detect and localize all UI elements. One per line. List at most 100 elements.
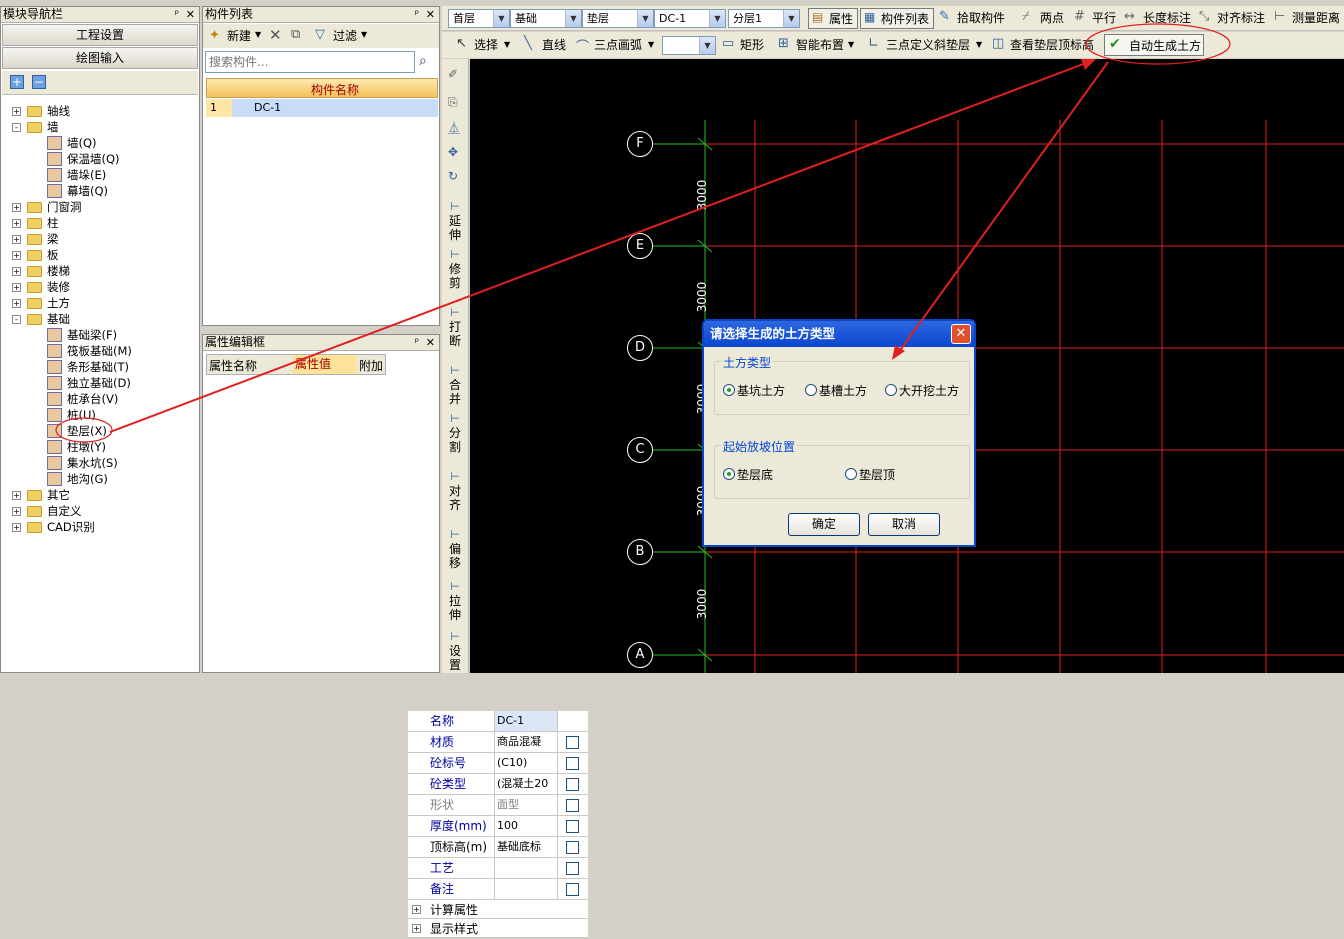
tree-folder-item[interactable]: + 土方 <box>3 295 193 311</box>
search-icon[interactable]: ⌕ <box>419 53 427 69</box>
tree-folder-item[interactable]: + 梁 <box>3 231 193 247</box>
tree-folder-item[interactable]: -墙 <box>3 119 193 135</box>
filter-button[interactable]: 过滤 <box>333 26 357 46</box>
radio-open-cut[interactable] <box>885 384 897 396</box>
property-value[interactable]: 基础底标 <box>494 837 558 857</box>
radio-pit[interactable] <box>723 384 735 396</box>
tree-folder-item[interactable]: + 板 <box>3 247 193 263</box>
category-select[interactable]: 基础 ▼ <box>510 9 582 28</box>
close-icon[interactable]: ✕ <box>951 324 971 344</box>
tree-component-item[interactable]: 集水坑(S) <box>3 455 193 471</box>
tree-component-item[interactable]: 桩(U) <box>3 407 193 423</box>
tree-folder-item[interactable]: + CAD识别 <box>3 519 193 535</box>
tree-folder-item[interactable]: - 基础 <box>3 311 193 327</box>
tree-component-item[interactable]: 墙(Q) <box>3 135 193 151</box>
expand-icon[interactable]: + <box>12 507 21 516</box>
rect-button[interactable]: 矩形 <box>740 35 764 55</box>
extra-checkbox[interactable] <box>566 862 579 875</box>
property-row[interactable]: 砼标号 (C10) <box>408 753 588 774</box>
radio-bottom-label[interactable]: 垫层底 <box>737 466 773 483</box>
tree-component-item[interactable]: 地沟(G) <box>3 471 193 487</box>
align-mark-button[interactable]: 对齐标注 <box>1217 8 1265 28</box>
property-value[interactable]: (混凝土20 <box>494 774 558 794</box>
copy-icon[interactable]: ⧉ <box>291 27 300 42</box>
radio-pit-label[interactable]: 基坑土方 <box>737 382 785 399</box>
component-list-button[interactable]: ▦ 构件列表 <box>860 8 934 29</box>
move-icon[interactable]: ✥ <box>448 145 458 159</box>
new-button[interactable]: 新建 <box>227 26 251 46</box>
extra-checkbox[interactable] <box>566 778 579 791</box>
pin-icon[interactable]: ᵖ <box>175 7 179 22</box>
expand-icon[interactable]: + <box>12 251 21 260</box>
tree-component-item[interactable]: 桩承台(V) <box>3 391 193 407</box>
layer-select[interactable]: 分层1 ▼ <box>728 9 800 28</box>
expand-icon[interactable]: + <box>12 523 21 532</box>
cancel-button[interactable]: 取消 <box>868 513 940 536</box>
radio-open-cut-label[interactable]: 大开挖土方 <box>899 382 959 399</box>
tree-component-item[interactable]: 垫层(X) <box>3 423 193 439</box>
close-icon[interactable]: ✕ <box>426 7 435 22</box>
property-value[interactable]: 100 <box>494 816 558 836</box>
component-select[interactable]: DC-1 ▼ <box>654 9 726 28</box>
dropdown-arrow-icon[interactable]: ▼ <box>255 30 261 39</box>
expand-all-icon[interactable]: + <box>10 75 24 89</box>
measure-distance-button[interactable]: 测量距离 <box>1292 8 1340 28</box>
tree-component-item[interactable]: 独立基础(D) <box>3 375 193 391</box>
expand-icon[interactable]: + <box>12 299 21 308</box>
pin-icon[interactable]: ᵖ <box>415 7 419 22</box>
property-row[interactable]: 材质 商品混凝 <box>408 732 588 753</box>
radio-top-label[interactable]: 垫层顶 <box>859 466 895 483</box>
tree-folder-item[interactable]: + 楼梯 <box>3 263 193 279</box>
pick-component-button[interactable]: 拾取构件 <box>957 8 1005 28</box>
vertical-tool-button[interactable]: ⊢ 设置 <box>444 630 466 672</box>
expand-icon[interactable]: + <box>12 283 21 292</box>
property-group-row[interactable]: + 显示样式 <box>408 919 588 938</box>
radio-trench[interactable] <box>805 384 817 396</box>
rotate-icon[interactable]: ↻ <box>448 169 458 183</box>
select-button[interactable]: 选择 <box>474 35 498 55</box>
tree-component-item[interactable]: 柱墩(Y) <box>3 439 193 455</box>
expand-icon[interactable]: + <box>12 491 21 500</box>
tree-folder-item[interactable]: + 自定义 <box>3 503 193 519</box>
expand-icon[interactable]: + <box>12 235 21 244</box>
length-mark-button[interactable]: 长度标注 <box>1143 8 1191 28</box>
property-value[interactable]: 面型 <box>494 795 558 815</box>
parallel-button[interactable]: 平行 <box>1092 8 1116 28</box>
extra-checkbox[interactable] <box>566 736 579 749</box>
extra-checkbox[interactable] <box>566 841 579 854</box>
close-icon[interactable]: ✕ <box>426 335 435 350</box>
radio-top[interactable] <box>845 468 857 480</box>
collapse-all-icon[interactable]: − <box>32 75 46 89</box>
dropdown-arrow-icon[interactable]: ▼ <box>361 30 367 39</box>
tree-folder-item[interactable]: + 门窗洞 <box>3 199 193 215</box>
property-value[interactable]: 商品混凝 <box>494 732 558 752</box>
property-row[interactable]: 顶标高(m) 基础底标 <box>408 837 588 858</box>
dropdown-arrow-icon[interactable]: ▼ <box>648 40 654 49</box>
expand-icon[interactable]: + <box>412 924 421 933</box>
tree-component-item[interactable]: 筏板基础(M) <box>3 343 193 359</box>
copy-icon[interactable]: ⎘ <box>448 95 458 110</box>
vertical-tool-button[interactable]: ⊢ 分割 <box>444 412 466 454</box>
line-button[interactable]: 直线 <box>542 35 566 55</box>
subtype-select[interactable]: 垫层 ▼ <box>582 9 654 28</box>
vertical-tool-button[interactable]: ⊢ 拉伸 <box>444 580 466 622</box>
vertical-tool-button[interactable]: ⊢ 打断 <box>444 306 466 348</box>
floor-select[interactable]: 首层 ▼ <box>448 9 510 28</box>
tree-folder-item[interactable]: + 其它 <box>3 487 193 503</box>
vertical-tool-button[interactable]: ⊢ 延伸 <box>444 200 466 242</box>
delete-icon[interactable]: ✕ <box>269 26 282 44</box>
property-value[interactable] <box>494 879 558 899</box>
property-row[interactable]: 工艺 <box>408 858 588 879</box>
dropdown-arrow-icon[interactable]: ▼ <box>504 40 510 49</box>
radio-trench-label[interactable]: 基槽土方 <box>819 382 867 399</box>
arc-button[interactable]: 三点画弧 <box>594 35 642 55</box>
attribute-button[interactable]: ▤ 属性 <box>808 8 858 29</box>
property-row[interactable]: 厚度(mm) 100 <box>408 816 588 837</box>
draw-mode-select[interactable]: ▼ <box>662 36 716 55</box>
expand-icon[interactable]: + <box>12 203 21 212</box>
pin-icon[interactable]: ᵖ <box>415 335 419 350</box>
vertical-tool-button[interactable]: ⊢ 对齐 <box>444 470 466 512</box>
property-row[interactable]: 名称 DC-1 <box>408 711 588 732</box>
expand-icon[interactable]: + <box>12 219 21 228</box>
smart-layout-button[interactable]: 智能布置 <box>796 35 844 55</box>
